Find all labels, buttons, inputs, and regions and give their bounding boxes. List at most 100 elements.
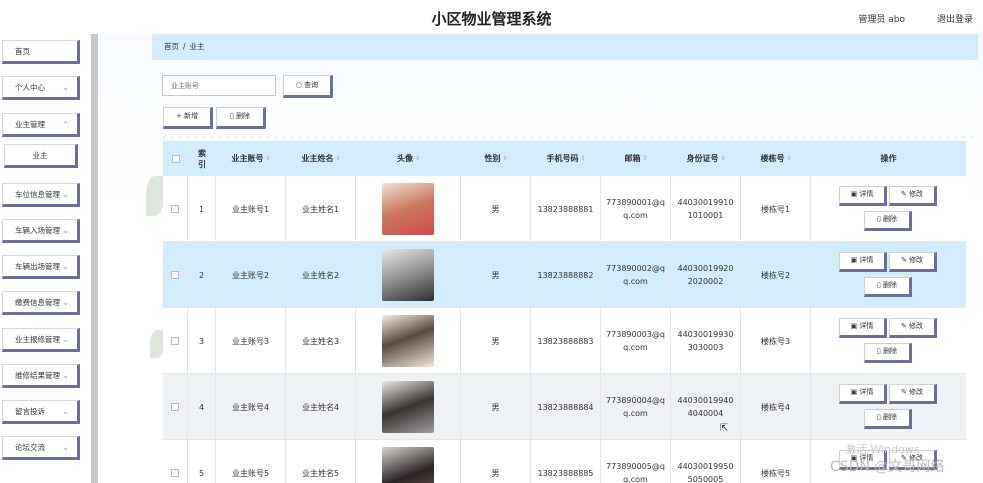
chevron-down-icon: ⌄: [62, 226, 69, 235]
delete-button[interactable]: ▯ 删除: [864, 343, 912, 363]
email-line: 773890004@q: [606, 396, 665, 405]
sidebar-item-home[interactable]: 首页: [2, 40, 80, 64]
row-checkbox[interactable]: [171, 469, 179, 477]
sort-icon[interactable]: ⇕: [335, 155, 340, 162]
cell-phone: 13823888883: [531, 308, 601, 374]
edit-button[interactable]: ✎ 修改: [889, 186, 937, 206]
edit-button[interactable]: ✎ 修改: [889, 384, 937, 404]
row-checkbox[interactable]: [171, 403, 179, 411]
detail-button[interactable]: ▣ 详情: [839, 252, 887, 272]
cell-gender: 男: [461, 308, 531, 374]
row-select[interactable]: [163, 440, 188, 483]
sort-icon[interactable]: ⇕: [265, 155, 270, 162]
cell-gender: 男: [461, 242, 531, 308]
row-select[interactable]: [163, 242, 188, 308]
cell-name: 业主姓名4: [286, 374, 356, 440]
column-header-id-card[interactable]: 身份证号 ⇕: [671, 141, 741, 176]
row-checkbox[interactable]: [171, 271, 179, 279]
row-select[interactable]: [163, 176, 188, 242]
id-line: 44030019930: [677, 330, 734, 339]
detail-button[interactable]: ▣ 详情: [839, 384, 887, 404]
column-header-label: 楼栋号: [760, 154, 785, 163]
column-header-label: 索引: [198, 148, 206, 169]
sidebar-item-forum[interactable]: 论坛交流 ⌄: [2, 436, 80, 460]
cell-index: 3: [188, 308, 216, 374]
sidebar-item-profile[interactable]: 个人中心 ⌄: [2, 76, 80, 100]
cell-account: 业主账号5: [216, 440, 286, 483]
sort-icon[interactable]: ⇕: [415, 155, 420, 162]
column-header-building[interactable]: 楼栋号 ⇕: [741, 141, 811, 176]
sidebar-item-repair-results[interactable]: 维修结果管理 ⌄: [2, 364, 80, 388]
edit-button[interactable]: ✎ 修改: [889, 252, 937, 272]
search-button[interactable]: ○ 查询: [283, 75, 333, 98]
cell-gender: 男: [461, 374, 531, 440]
row-checkbox[interactable]: [171, 205, 179, 213]
sidebar-item-vehicle-exit[interactable]: 车辆出场管理 ⌄: [2, 255, 80, 279]
cell-building: 楼栋号3: [741, 308, 811, 374]
logout-link[interactable]: 退出登录: [937, 12, 973, 25]
cell-id-card: 44030019920 2020002: [671, 242, 741, 308]
avatar[interactable]: [382, 249, 434, 301]
sort-icon[interactable]: ⇕: [502, 155, 507, 162]
id-line: 3030003: [687, 343, 724, 352]
detail-label: 详情: [859, 190, 874, 198]
avatar[interactable]: [382, 315, 434, 367]
column-header-name[interactable]: 业主姓名 ⇕: [286, 141, 356, 176]
sidebar-item-owner-management[interactable]: 业主管理 ⌃: [2, 113, 80, 137]
edit-icon: ✎: [900, 256, 910, 264]
row-checkbox[interactable]: [171, 337, 179, 345]
delete-button[interactable]: ▯ 删除: [864, 211, 912, 231]
detail-button[interactable]: ▣ 详情: [839, 186, 887, 206]
column-header-email[interactable]: 邮箱 ⇕: [601, 141, 671, 176]
owner-account-search-input[interactable]: [162, 75, 276, 96]
cell-avatar: [356, 242, 461, 308]
column-header-index[interactable]: 索引: [188, 141, 216, 176]
breadcrumb-home[interactable]: 首页: [164, 42, 179, 51]
chevron-down-icon: ⌄: [62, 407, 69, 416]
cell-building: 楼栋号1: [741, 176, 811, 242]
cell-phone: 13823888885: [531, 440, 601, 483]
sort-icon[interactable]: ⇕: [642, 155, 647, 162]
avatar[interactable]: [382, 183, 434, 235]
select-all-checkbox[interactable]: [171, 154, 180, 163]
sidebar-item-parking-info[interactable]: 车位信息管理 ⌄: [2, 183, 80, 207]
column-header-label: 手机号码: [546, 154, 579, 163]
edit-button[interactable]: ✎ 修改: [889, 318, 937, 338]
sort-icon[interactable]: ⇕: [580, 155, 585, 162]
header-select-all[interactable]: [163, 141, 188, 176]
detail-label: 详情: [859, 256, 874, 264]
sidebar-item-payment-info[interactable]: 缴费信息管理 ⌄: [2, 291, 80, 315]
delete-button[interactable]: ▯ 删除: [864, 409, 912, 429]
sidebar-item-label: 车位信息管理: [15, 190, 60, 199]
column-header-phone[interactable]: 手机号码 ⇕: [531, 141, 601, 176]
row-select[interactable]: [163, 374, 188, 440]
avatar[interactable]: [382, 447, 434, 483]
sort-icon[interactable]: ⇕: [720, 155, 725, 162]
column-header-gender[interactable]: 性别 ⇕: [461, 141, 531, 176]
sort-icon[interactable]: ⇕: [786, 155, 791, 162]
row-select[interactable]: [163, 308, 188, 374]
avatar[interactable]: [382, 381, 434, 433]
batch-delete-button[interactable]: ▯ 删除: [216, 107, 266, 129]
email-line: 773890005@q: [606, 462, 665, 471]
cell-name: 业主姓名2: [286, 242, 356, 308]
column-header-avatar[interactable]: 头像 ⇕: [356, 141, 461, 176]
sidebar-subitem-owner[interactable]: 业主: [4, 144, 78, 168]
id-line: 44030019920: [677, 264, 734, 273]
delete-button[interactable]: ▯ 删除: [864, 277, 912, 297]
breadcrumb-separator: /: [183, 42, 186, 51]
sidebar-item-repair-requests[interactable]: 业主报修管理 ⌄: [2, 328, 80, 352]
sidebar-item-complaints[interactable]: 留言投诉 ⌄: [2, 400, 80, 424]
edit-icon: ✎: [900, 190, 910, 198]
cell-phone: 13823888881: [531, 176, 601, 242]
sidebar-item-vehicle-entry[interactable]: 车辆入场管理 ⌄: [2, 219, 80, 243]
detail-button[interactable]: ▣ 详情: [839, 318, 887, 338]
column-header-account[interactable]: 业主账号 ⇕: [216, 141, 286, 176]
email-line: 773890003@q: [606, 330, 665, 339]
add-button[interactable]: + 新增: [163, 107, 213, 129]
id-line: 44030019910: [677, 198, 734, 207]
cell-name: 业主姓名1: [286, 176, 356, 242]
delete-label: 删除: [883, 215, 898, 223]
sidebar-scrollbar[interactable]: [91, 34, 98, 483]
id-line: 4040004: [687, 409, 724, 418]
